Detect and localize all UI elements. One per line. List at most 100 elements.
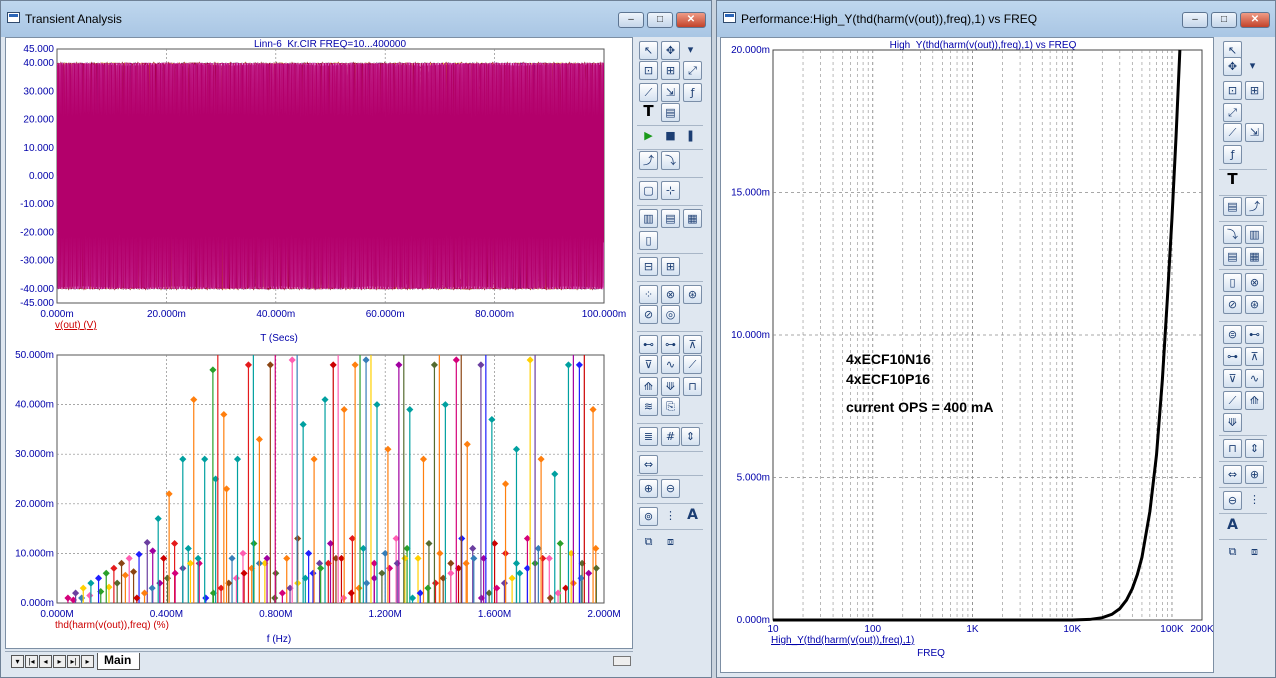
left-title-bar[interactable]: Transient Analysis – □ ✕ [1, 1, 711, 37]
grid-button[interactable]: ⋮ [1245, 491, 1264, 510]
text-button[interactable]: T [1223, 171, 1242, 190]
right-title-bar[interactable]: Performance:High_Y(thd(harm(v(out)),freq… [717, 1, 1275, 37]
next-sheet-button[interactable]: ▸ [53, 655, 66, 668]
next-valley-button[interactable]: ⊶ [661, 335, 680, 354]
fit-button[interactable]: ⇔ [1223, 465, 1242, 484]
maximize-button[interactable]: □ [647, 12, 673, 28]
animate-button[interactable]: ◎ [661, 305, 680, 324]
split-h-button[interactable]: ⊟ [639, 257, 658, 276]
zoom-in-button[interactable]: ⊕ [1245, 465, 1264, 484]
zoom-out-button[interactable]: ⊖ [661, 479, 680, 498]
last-sheet-button[interactable]: ▸| [67, 655, 80, 668]
properties-button[interactable]: ▤ [1223, 197, 1242, 216]
font-button[interactable]: A [683, 507, 702, 526]
cursor-button[interactable]: ⇲ [661, 83, 680, 102]
single-button[interactable]: ▯ [639, 231, 658, 250]
list-button[interactable]: ≣ [639, 427, 658, 446]
cursor-fx-button[interactable]: ⊛ [1245, 295, 1264, 314]
scale-button[interactable]: ⤢ [1223, 103, 1242, 122]
close-button[interactable]: ✕ [676, 12, 706, 28]
font-button[interactable]: A [1223, 517, 1242, 536]
cascade-window-button[interactable]: ⧈ [661, 533, 680, 552]
dropdown-arrow-button[interactable]: ▾ [1243, 57, 1262, 76]
zoom-region-button[interactable]: ⊞ [661, 61, 680, 80]
inflection-button[interactable]: ∿ [661, 355, 680, 374]
cursor-button[interactable]: ⇲ [1245, 123, 1264, 142]
fall-button[interactable]: ⟱ [1223, 413, 1242, 432]
tile-h-button[interactable]: ▤ [1223, 247, 1242, 266]
auto-scale-button[interactable]: ⇕ [681, 427, 700, 446]
prev-sheet-button[interactable]: ◂ [39, 655, 52, 668]
cascade-window-button[interactable]: ⧈ [1245, 543, 1264, 562]
first-tab-button[interactable]: ▾ [11, 655, 24, 668]
scale-button[interactable]: ⤢ [683, 61, 702, 80]
properties-button[interactable]: ▤ [661, 103, 680, 122]
transient-plots-svg[interactable]: Linn-6_Kr.CIR FREQ=10...400000 45.000 40.0… [6, 38, 632, 648]
rise-button[interactable]: ⟰ [1245, 391, 1264, 410]
run-button[interactable]: ▶ [639, 127, 658, 146]
pointer-button[interactable]: ↖ [639, 41, 658, 60]
zoom-out-button[interactable]: ⊖ [1223, 491, 1242, 510]
minimize-button[interactable]: – [618, 12, 644, 28]
more-sheets-button[interactable]: ▸ [81, 655, 94, 668]
pause-button[interactable]: ❚ [681, 127, 700, 146]
zoom-in-button[interactable]: ⊕ [639, 479, 658, 498]
tab-main[interactable]: Main [97, 653, 141, 670]
function-button[interactable]: ƒ [683, 83, 702, 102]
peak-button[interactable]: ⤴ [639, 151, 658, 170]
next-valley-button[interactable]: ⊶ [1223, 347, 1242, 366]
zoom-button[interactable]: ⊜ [1223, 325, 1242, 344]
probe-button[interactable]: ⊘ [639, 305, 658, 324]
zoom-region-button[interactable]: ⊞ [1245, 81, 1264, 100]
maximize-button[interactable]: □ [1211, 12, 1237, 28]
tile-h-button[interactable]: ▤ [661, 209, 680, 228]
slope-button[interactable]: ⟋ [683, 355, 702, 374]
cursor-fx-button[interactable]: ⊛ [683, 285, 702, 304]
tile-button[interactable]: ⧉ [639, 533, 658, 552]
fit-button[interactable]: ⇔ [639, 455, 658, 474]
pan-button[interactable]: ✥ [1223, 57, 1242, 76]
zoom-1000-button[interactable]: ⊚ [639, 507, 658, 526]
cascade-button[interactable]: ▦ [683, 209, 702, 228]
copy-button[interactable]: ⎘ [661, 397, 680, 416]
valley-button[interactable]: ⤵ [661, 151, 680, 170]
rise-button[interactable]: ⟰ [639, 377, 658, 396]
tile-v-button[interactable]: ▥ [1245, 225, 1264, 244]
valley-button[interactable]: ⤵ [1223, 225, 1242, 244]
high-button[interactable]: ⊼ [1245, 347, 1264, 366]
performance-plot-svg[interactable]: High_Y(thd(harm(v(out)),freq),1) vs FREQ… [721, 38, 1213, 672]
tangent-button[interactable]: ⟋ [1223, 123, 1242, 142]
box-button[interactable]: ▢ [639, 181, 658, 200]
center-button[interactable]: ⊹ [661, 181, 680, 200]
high-button[interactable]: ⊼ [683, 335, 702, 354]
tile-button[interactable]: ⧉ [1223, 543, 1242, 562]
minimize-button[interactable]: – [1182, 12, 1208, 28]
first-sheet-button[interactable]: |◂ [25, 655, 38, 668]
fall-button[interactable]: ⟱ [661, 377, 680, 396]
bandwidth-button[interactable]: ⊓ [1223, 439, 1242, 458]
cascade-button[interactable]: ▦ [1245, 247, 1264, 266]
grid-button[interactable]: ⋮ [661, 507, 680, 526]
peak-button[interactable]: ⤴ [1245, 197, 1264, 216]
numeric-button[interactable]: # [661, 427, 680, 446]
auto-scale-button[interactable]: ⇕ [1245, 439, 1264, 458]
slope-button[interactable]: ⟋ [1223, 391, 1242, 410]
data-points-button[interactable]: ⁘ [639, 285, 658, 304]
bandwidth-button[interactable]: ⊓ [683, 377, 702, 396]
single-button[interactable]: ▯ [1223, 273, 1242, 292]
tile-v-button[interactable]: ▥ [639, 209, 658, 228]
close-button[interactable]: ✕ [1240, 12, 1270, 28]
dropdown-arrow-button[interactable]: ▾ [681, 41, 700, 60]
next-peak-button[interactable]: ⊷ [639, 335, 658, 354]
spectrum-button[interactable]: ≋ [639, 397, 658, 416]
inflection-button[interactable]: ∿ [1245, 369, 1264, 388]
zoom-fit-button[interactable]: ⊡ [1223, 81, 1242, 100]
tangent-button[interactable]: ⟋ [639, 83, 658, 102]
scrollbar-thumb[interactable] [613, 656, 631, 666]
cursor-x-button[interactable]: ⊗ [661, 285, 680, 304]
low-button[interactable]: ⊽ [1223, 369, 1242, 388]
pan-button[interactable]: ✥ [661, 41, 680, 60]
low-button[interactable]: ⊽ [639, 355, 658, 374]
split-v-button[interactable]: ⊞ [661, 257, 680, 276]
zoom-fit-button[interactable]: ⊡ [639, 61, 658, 80]
